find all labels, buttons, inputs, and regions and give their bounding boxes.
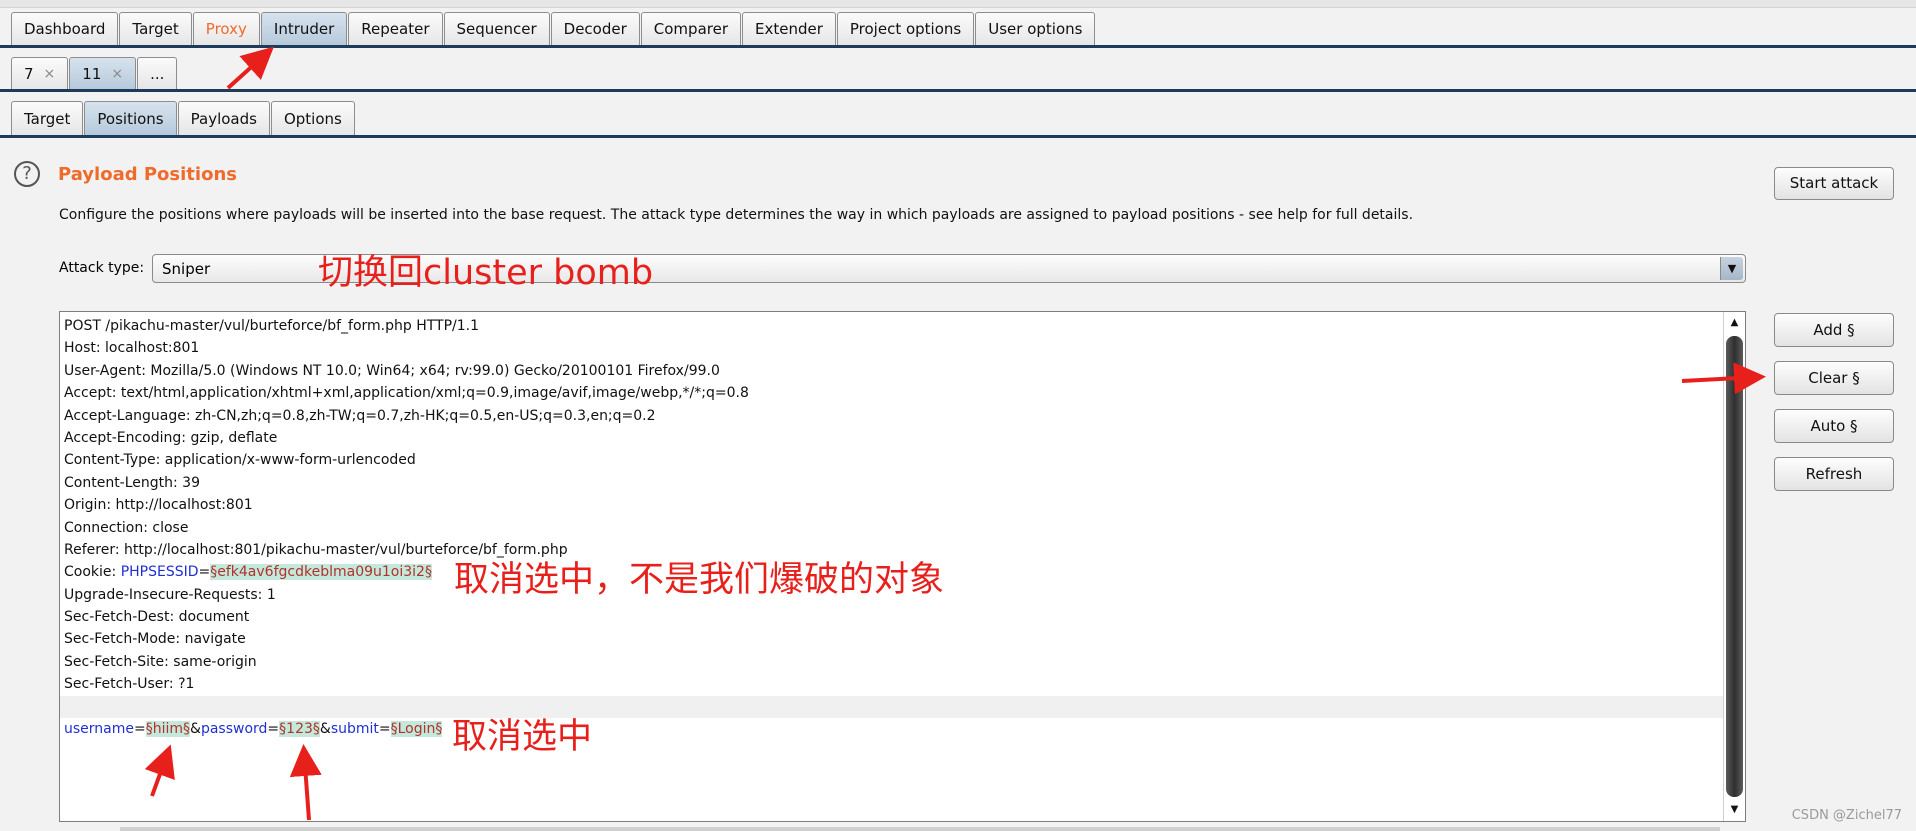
subtab-target[interactable]: Target	[11, 101, 84, 135]
intruder-sub-tab-bar: Target Positions Payloads Options	[0, 101, 1916, 138]
subtab-payloads[interactable]: Payloads	[177, 101, 270, 135]
blank-line	[60, 695, 1723, 719]
payload-marker-username[interactable]: §hiim§	[145, 721, 191, 738]
clear-marker-button[interactable]: Clear §	[1774, 361, 1894, 395]
header-line: Sec-Fetch-Mode: navigate	[64, 631, 246, 648]
close-icon[interactable]: ×	[111, 66, 123, 82]
param-submit: submit	[330, 721, 379, 738]
header-line: User-Agent: Mozilla/5.0 (Windows NT 10.0…	[64, 362, 720, 379]
scroll-up-icon[interactable]: ▲	[1726, 314, 1743, 332]
ampersand: &	[190, 721, 201, 738]
body-line: username=§hiim§&password=§123§&submit=§L…	[64, 718, 1723, 740]
subtab-options[interactable]: Options	[270, 101, 355, 135]
scroll-down-icon[interactable]: ▼	[1726, 801, 1743, 819]
help-icon[interactable]: ?	[14, 161, 40, 187]
header-line: Sec-Fetch-User: ?1	[64, 676, 195, 693]
header-line: Origin: http://localhost:801	[64, 497, 253, 514]
refresh-button[interactable]: Refresh	[1774, 457, 1894, 491]
header-line: Content-Length: 39	[64, 474, 201, 491]
section-description: Configure the positions where payloads w…	[59, 207, 1414, 223]
scrollbar-thumb[interactable]	[1726, 336, 1743, 797]
attack-type-value: Sniper	[162, 260, 211, 278]
equals-sign: =	[378, 721, 391, 738]
cookie-prefix: Cookie:	[64, 564, 121, 581]
annotation-cluster-bomb: 切换回cluster bomb	[318, 253, 654, 293]
equals-sign: =	[267, 721, 280, 738]
session-tab-more[interactable]: ...	[137, 57, 178, 89]
header-line: Accept: text/html,application/xhtml+xml,…	[64, 385, 749, 402]
equals-sign: =	[198, 564, 211, 581]
ampersand: &	[319, 721, 331, 738]
tab-dashboard[interactable]: Dashboard	[11, 12, 119, 45]
tab-intruder[interactable]: Intruder	[260, 12, 348, 45]
add-marker-button[interactable]: Add §	[1774, 313, 1894, 347]
header-line: Sec-Fetch-Site: same-origin	[64, 653, 257, 670]
tab-user-options[interactable]: User options	[975, 12, 1096, 45]
tab-proxy[interactable]: Proxy	[192, 12, 260, 45]
payload-marker-submit[interactable]: §Login§	[390, 721, 443, 738]
tab-sequencer[interactable]: Sequencer	[443, 12, 550, 45]
tab-decoder[interactable]: Decoder	[550, 12, 640, 45]
header-line: Content-Type: application/x-www-form-url…	[64, 452, 416, 469]
main-tab-bar: Dashboard Target Proxy Intruder Repeater…	[0, 12, 1916, 48]
session-tab-label: 7	[24, 64, 34, 83]
session-tab-label: 11	[82, 64, 102, 83]
param-password: password	[200, 721, 268, 738]
equals-sign: =	[134, 721, 146, 738]
header-line: Accept-Language: zh-CN,zh;q=0.8,zh-TW;q=…	[64, 407, 656, 424]
session-tab-bar: 7 × 11 × ...	[0, 57, 1916, 92]
session-tab-11[interactable]: 11 ×	[69, 57, 137, 89]
cookie-name: PHPSESSID	[120, 564, 199, 581]
header-line: Accept-Encoding: gzip, deflate	[64, 429, 278, 446]
payload-marker-password[interactable]: §123§	[279, 721, 320, 738]
request-line: POST /pikachu-master/vul/burteforce/bf_f…	[64, 318, 480, 334]
header-line: Host: localhost:801	[64, 340, 200, 357]
attack-type-label: Attack type:	[59, 260, 145, 276]
header-line: Sec-Fetch-Dest: document	[64, 609, 250, 626]
auto-marker-button[interactable]: Auto §	[1774, 409, 1894, 443]
tab-comparer[interactable]: Comparer	[640, 12, 741, 45]
tab-target[interactable]: Target	[119, 12, 192, 45]
close-icon[interactable]: ×	[44, 66, 56, 82]
header-line: Connection: close	[64, 519, 189, 536]
editor-scrollbar[interactable]: ▲ ▼	[1723, 312, 1745, 821]
annotation-body: 取消选中	[452, 717, 593, 757]
param-username: username	[64, 721, 134, 738]
session-tab-7[interactable]: 7 ×	[11, 57, 69, 89]
bottom-toolbar-edge	[120, 827, 1720, 831]
tab-extender[interactable]: Extender	[742, 12, 836, 45]
chevron-down-icon[interactable]: ▼	[1720, 257, 1743, 280]
tab-project-options[interactable]: Project options	[836, 12, 975, 45]
payload-marker-cookie[interactable]: §efk4av6fgcdkeblma09u1oi3i2§	[210, 564, 432, 581]
tab-repeater[interactable]: Repeater	[348, 12, 443, 45]
window-top-edge	[0, 0, 1916, 8]
section-title: Payload Positions	[58, 164, 237, 185]
start-attack-button[interactable]: Start attack	[1774, 167, 1894, 200]
annotation-cookie: 取消选中，不是我们爆破的对象	[454, 560, 945, 600]
watermark: CSDN @Zichel77	[1791, 808, 1902, 823]
subtab-positions[interactable]: Positions	[84, 101, 177, 135]
